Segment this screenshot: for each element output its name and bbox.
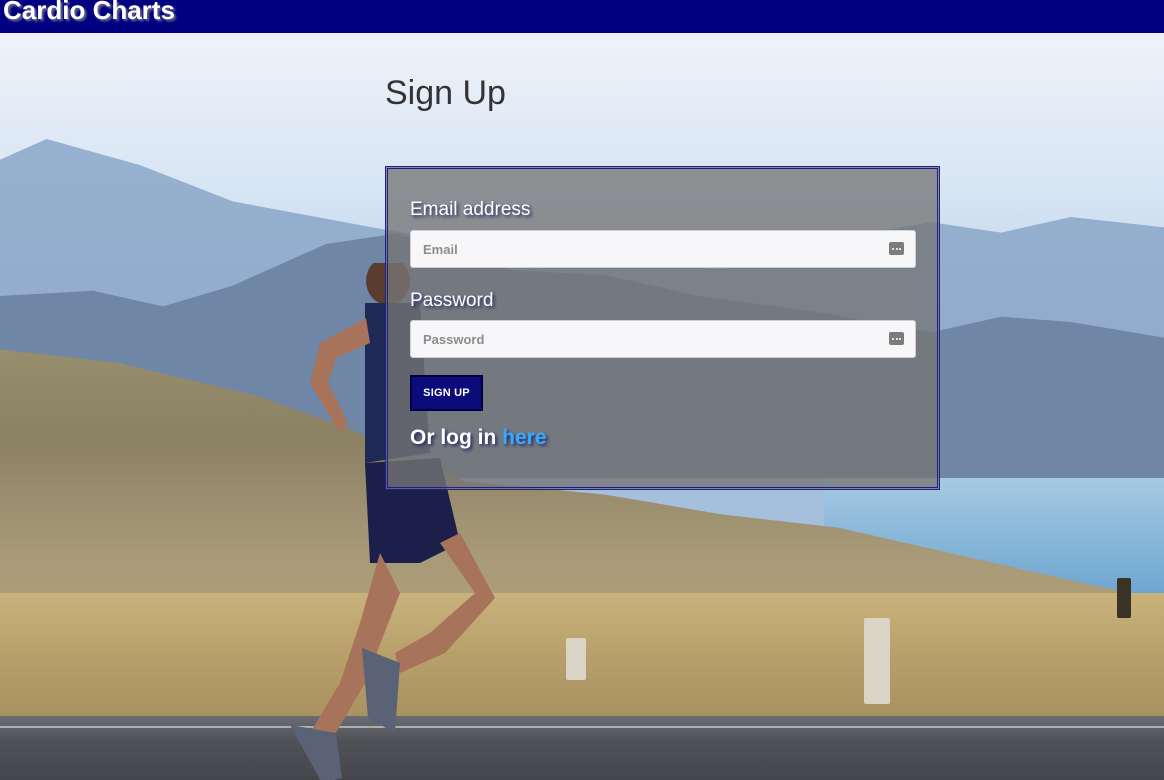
road-post [566,638,586,680]
email-label: Email address [410,199,531,220]
password-input[interactable] [410,320,916,358]
road-post [864,618,890,704]
sign-post [1117,578,1131,618]
signup-button[interactable]: SIGN UP [410,375,483,411]
password-manager-key-icon[interactable] [889,332,904,345]
signup-form-panel: Email address Password SIGN UP Or log in… [385,166,940,490]
login-link[interactable]: here [502,426,546,449]
login-prompt-text: Or log in [410,426,497,449]
brand-logo-text[interactable]: Cardio Charts [3,0,175,26]
password-manager-key-icon[interactable] [889,242,904,255]
road-line [0,726,1164,728]
password-label: Password [410,290,494,311]
top-navbar: Cardio Charts [0,0,1164,33]
page-title: Sign Up [385,74,506,112]
email-input[interactable] [410,230,916,268]
login-prompt: Or log in here [410,426,547,450]
